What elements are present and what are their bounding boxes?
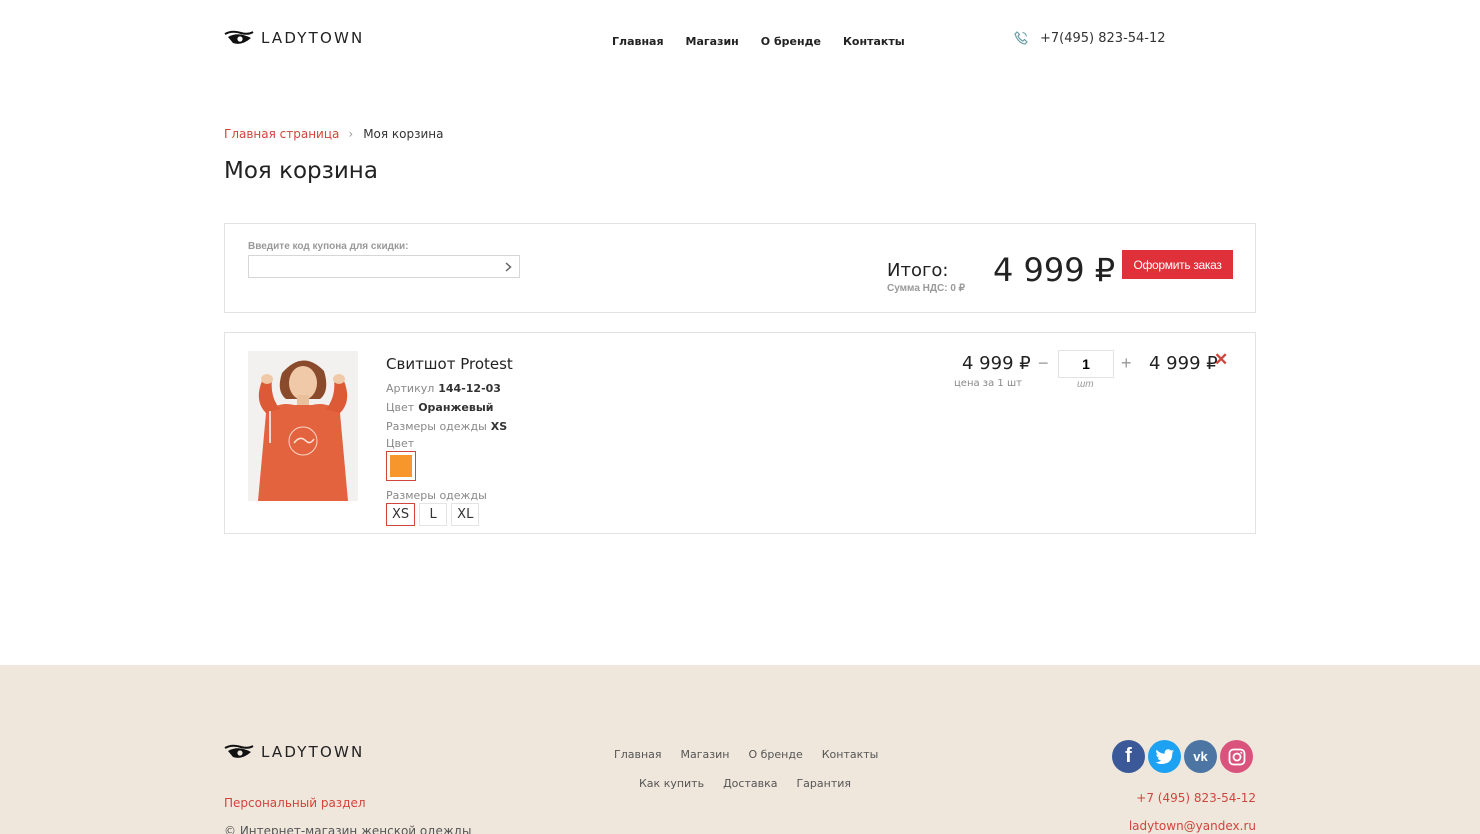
cart-summary: Введите код купона для скидки: Итого: Су… <box>224 223 1256 313</box>
phone-icon <box>1014 31 1028 45</box>
chevron-right-icon: › <box>348 127 354 141</box>
coupon-label: Введите код купона для скидки: <box>248 241 409 252</box>
footer-link-home[interactable]: Главная <box>614 748 662 761</box>
footer-link-shop[interactable]: Магазин <box>681 748 730 761</box>
page-title: Моя корзина <box>224 158 378 184</box>
color-label: Цвет <box>386 401 415 414</box>
quantity-unit: шт <box>1077 379 1094 390</box>
site-header: LADYTOWN Главная Магазин О бренде Контак… <box>0 0 1480 80</box>
size-option-l[interactable]: L <box>419 503 448 526</box>
footer-phone[interactable]: +7 (495) 823-54-12 <box>1136 791 1256 805</box>
footer-link-how-to-buy[interactable]: Как купить <box>639 777 704 790</box>
twitter-bird-glyph <box>1155 748 1174 764</box>
color-swatch-orange[interactable] <box>386 451 416 481</box>
article-value: 144-12-03 <box>438 382 501 395</box>
main-nav: Главная Магазин О бренде Контакты <box>612 35 905 48</box>
cart-item: Свитшот Protest Артикул 144-12-03 Цвет Ора… <box>224 332 1256 534</box>
checkout-button[interactable]: Оформить заказ <box>1122 250 1233 279</box>
size-option-xs[interactable]: XS <box>386 503 416 526</box>
line-total: 4 999 ₽ <box>1149 353 1218 374</box>
twitter-icon[interactable] <box>1148 740 1181 773</box>
quantity-decrease-button[interactable]: − <box>1038 353 1049 374</box>
breadcrumb: Главная страница › Моя корзина <box>224 127 444 141</box>
quantity-input[interactable] <box>1059 351 1113 377</box>
logo-text: LADYTOWN <box>261 29 365 47</box>
product-image[interactable] <box>248 351 358 501</box>
color-options-heading: Цвет <box>386 437 415 450</box>
product-color: Цвет Оранжевый <box>386 401 493 414</box>
quantity-field <box>1058 350 1114 378</box>
size-label: Размеры одежды <box>386 420 487 433</box>
instagram-camera-glyph <box>1228 748 1245 765</box>
breadcrumb-current: Моя корзина <box>363 127 444 141</box>
footer-logo[interactable]: LADYTOWN <box>224 743 364 761</box>
size-options-heading: Размеры одежды <box>386 489 487 502</box>
logo[interactable]: LADYTOWN <box>224 29 364 47</box>
color-value: Оранжевый <box>418 401 494 414</box>
total-value: 4 999 ₽ <box>993 251 1116 289</box>
personal-area-link[interactable]: Персональный раздел <box>224 796 366 810</box>
footer-email[interactable]: ladytown@yandex.ru <box>1129 819 1256 833</box>
product-article: Артикул 144-12-03 <box>386 382 501 395</box>
chevron-right-icon[interactable] <box>502 260 514 274</box>
nav-item-shop[interactable]: Магазин <box>686 35 739 48</box>
logo-text: LADYTOWN <box>261 743 365 761</box>
article-label: Артикул <box>386 382 435 395</box>
site-footer: LADYTOWN Главная Магазин О бренде Контак… <box>0 665 1480 834</box>
breadcrumb-home-link[interactable]: Главная страница <box>224 127 339 141</box>
size-option-xl[interactable]: XL <box>451 503 480 526</box>
nav-item-about[interactable]: О бренде <box>761 35 821 48</box>
product-name[interactable]: Свитшот Protest <box>386 355 513 373</box>
footer-link-warranty[interactable]: Гарантия <box>796 777 851 790</box>
social-links: f vk <box>1112 740 1253 773</box>
eye-logo-icon <box>224 744 254 758</box>
vat-amount: Сумма НДС: 0 ₽ <box>887 283 966 294</box>
product-size: Размеры одежды XS <box>386 420 507 433</box>
footer-link-about[interactable]: О бренде <box>748 748 802 761</box>
size-options: XS L XL <box>386 503 480 526</box>
swatch-fill <box>390 455 412 477</box>
product-photo <box>248 351 358 501</box>
total-label: Итого: <box>887 260 949 281</box>
unit-price: 4 999 ₽ <box>962 353 1031 374</box>
copyright: © Интернет-магазин женской одежды <box>224 824 472 834</box>
header-phone[interactable]: +7(495) 823-54-12 <box>1013 30 1166 46</box>
footer-link-contacts[interactable]: Контакты <box>822 748 879 761</box>
coupon-field <box>248 255 520 278</box>
nav-item-home[interactable]: Главная <box>612 35 664 48</box>
size-value: XS <box>490 420 508 433</box>
coupon-input[interactable] <box>249 256 489 277</box>
quantity-increase-button[interactable]: + <box>1121 353 1132 374</box>
header-phone-number: +7(495) 823-54-12 <box>1040 30 1166 46</box>
instagram-icon[interactable] <box>1220 740 1253 773</box>
footer-nav-primary: Главная Магазин О бренде Контакты <box>614 748 878 761</box>
vk-icon[interactable]: vk <box>1184 740 1217 773</box>
footer-nav-secondary: Как купить Доставка Гарантия <box>639 777 851 790</box>
footer-link-delivery[interactable]: Доставка <box>723 777 777 790</box>
facebook-icon[interactable]: f <box>1112 740 1145 773</box>
remove-item-icon[interactable]: ✕ <box>1214 350 1228 370</box>
nav-item-contacts[interactable]: Контакты <box>843 35 905 48</box>
eye-logo-icon <box>224 30 254 44</box>
unit-price-note: цена за 1 шт <box>954 378 1022 389</box>
